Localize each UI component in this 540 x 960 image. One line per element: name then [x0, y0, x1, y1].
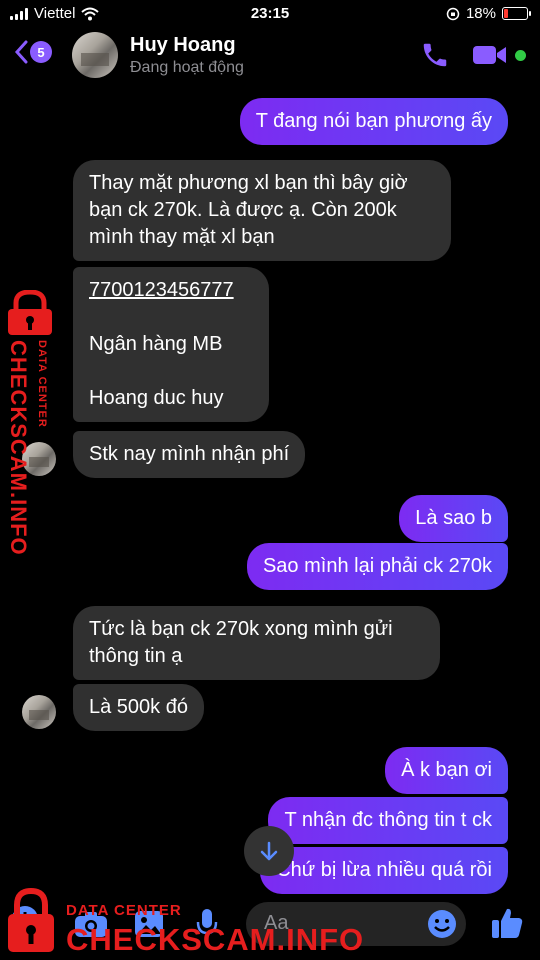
message-bubble-incoming[interactable]: Là 500k đó — [73, 684, 204, 731]
arrow-down-icon — [260, 841, 278, 861]
message-bubble-outgoing[interactable]: Chứ bị lừa nhiều quá rồi — [260, 847, 508, 894]
bank-name: Ngân hàng MB — [89, 333, 223, 355]
message-bubble-outgoing[interactable]: T đang nói bạn phương ấy — [239, 98, 508, 145]
sender-avatar[interactable] — [22, 695, 56, 729]
message-bubble-incoming[interactable]: Stk nay mình nhận phí — [73, 431, 306, 478]
message-bubble-incoming[interactable]: 7700123456777 Ngân hàng MB Hoang duc huy — [73, 267, 269, 422]
message-bubble-incoming[interactable]: Thay mặt phương xl bạn thì bây giờ bạn c… — [73, 160, 451, 261]
status-right: 18% — [446, 5, 531, 22]
battery-level-fill — [504, 9, 508, 18]
online-indicator — [515, 50, 526, 61]
unread-count-badge: 5 — [30, 41, 52, 63]
phone-icon[interactable] — [420, 40, 450, 70]
account-holder: Hoang duc huy — [89, 387, 224, 409]
padlock-icon — [8, 888, 54, 952]
conversation-header: 5 Huy Hoang Đang hoạt động — [0, 30, 540, 80]
back-chevron-icon — [14, 40, 28, 64]
watermark-subtext: DATA CENTER — [66, 902, 182, 919]
message-bubble-incoming[interactable]: Tức là bạn ck 270k xong mình gửi thông t… — [73, 606, 440, 680]
message-bubble-outgoing[interactable]: Sao mình lại phải ck 270k — [246, 543, 508, 590]
battery-percent: 18% — [465, 5, 496, 22]
presence-status: Đang hoạt động — [130, 59, 244, 76]
contact-avatar[interactable] — [72, 32, 118, 78]
orientation-lock-icon — [446, 7, 460, 20]
message-bubble-outgoing[interactable]: T nhận đc thông tin t ck — [268, 797, 508, 844]
contact-name[interactable]: Huy Hoang — [130, 34, 236, 57]
bank-account-number[interactable]: 7700123456777 — [89, 277, 253, 304]
back-button[interactable]: 5 — [14, 40, 52, 64]
watermark-text: CHECKSCAM.INFO — [66, 922, 365, 957]
video-camera-icon[interactable] — [472, 43, 508, 67]
watermark-vertical-subtext: DATA CENTER — [36, 340, 48, 428]
padlock-icon — [8, 290, 52, 335]
message-bubble-outgoing[interactable]: À k bạn ơi — [385, 747, 508, 794]
emoji-icon[interactable] — [426, 908, 458, 940]
watermark-vertical-text: CHECKSCAM.INFO — [6, 340, 31, 556]
battery-icon — [502, 7, 531, 20]
scroll-to-bottom-button[interactable] — [244, 826, 294, 876]
thumbs-up-icon[interactable] — [490, 906, 524, 940]
message-bubble-outgoing[interactable]: Là sao b — [399, 495, 508, 542]
status-bar: Viettel 23:15 18% — [0, 0, 540, 30]
